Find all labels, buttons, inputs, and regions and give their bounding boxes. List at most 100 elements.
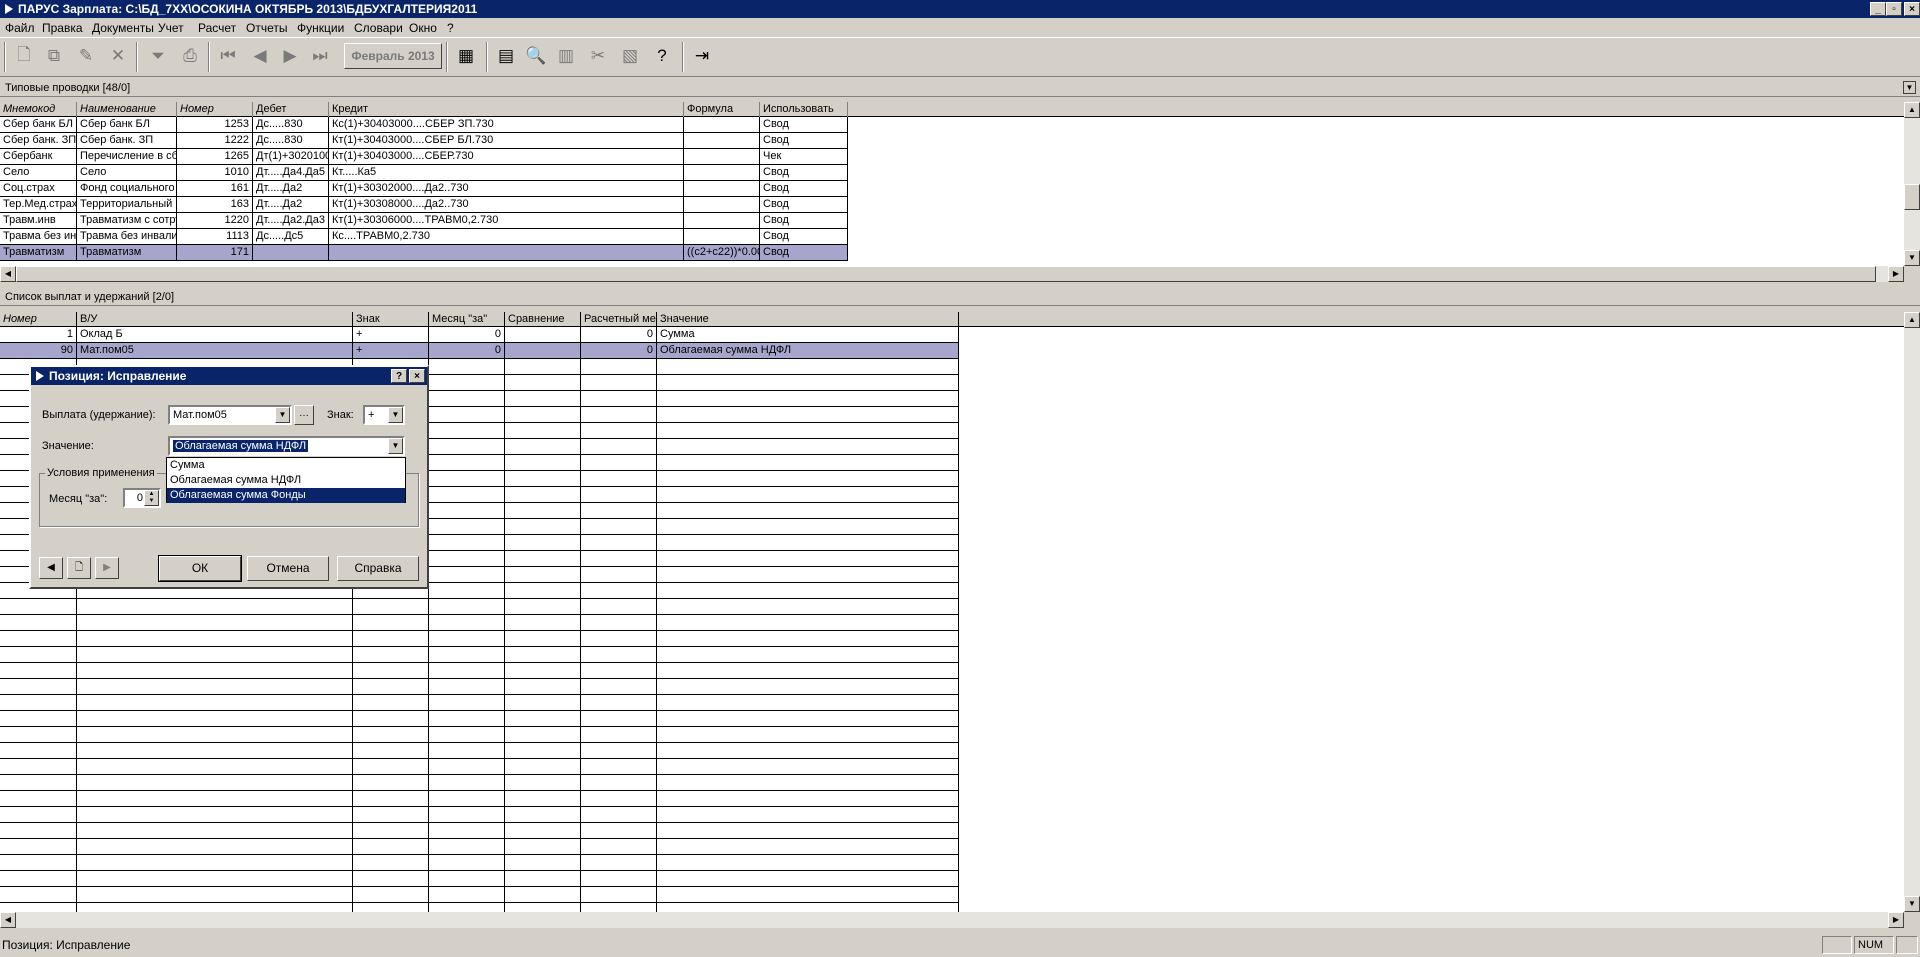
top-grid[interactable]: Мнемокод Наименование Номер Дебет Кредит…	[0, 102, 1904, 266]
scroll-up-icon[interactable]: ▲	[1904, 102, 1920, 118]
table-cell: 0	[581, 327, 657, 343]
minimize-button[interactable]: _	[1870, 2, 1886, 16]
menu-edit[interactable]: Правка	[42, 21, 83, 35]
col-comparison[interactable]: Сравнение	[505, 312, 581, 327]
dialog-close-button[interactable]: ×	[409, 369, 425, 383]
menu-help[interactable]: ?	[447, 21, 454, 35]
dropdown-option[interactable]: Облагаемая сумма НДФЛ	[167, 473, 405, 488]
ok-button[interactable]: ОК	[158, 555, 242, 582]
table-cell: Свод	[760, 133, 848, 149]
window-title-bar: ПАРУС Зарплата: C:\БД_7ХХ\ОСОКИНА ОКТЯБР…	[0, 0, 1920, 18]
preview-icon[interactable]: 🔍	[522, 42, 550, 70]
prev-record-button[interactable]: ◀	[39, 557, 63, 579]
col-mnemo[interactable]: Мнемокод	[0, 102, 77, 117]
value-combo[interactable]: Облагаемая сумма НДФЛ ▼	[168, 436, 405, 456]
scroll-down-icon[interactable]: ▼	[1904, 896, 1920, 912]
help-button[interactable]: Справка	[337, 556, 419, 581]
scroll-left-icon[interactable]: ◀	[0, 266, 16, 282]
col-credit[interactable]: Кредит	[329, 102, 684, 117]
col-number[interactable]: Номер	[177, 102, 253, 117]
exit-icon[interactable]: ⇥	[688, 42, 716, 70]
col-calc-month[interactable]: Расчетный месяц	[581, 312, 657, 327]
bottom-grid-vscroll[interactable]: ▲ ▼	[1904, 312, 1920, 912]
table-cell	[329, 245, 684, 261]
scroll-left-icon[interactable]: ◀	[0, 912, 16, 928]
close-button[interactable]: ×	[1904, 2, 1920, 16]
chevron-down-icon[interactable]: ▼	[388, 407, 403, 423]
help-icon[interactable]: ?	[648, 42, 676, 70]
menu-file[interactable]: Файл	[5, 21, 35, 35]
table-cell: Сбербанк	[0, 149, 77, 165]
last-record-icon[interactable]: ⏭	[306, 42, 334, 70]
bottom-panel-header: Список выплат и удержаний [2/0]	[0, 288, 1920, 306]
dialog-help-button[interactable]: ?	[391, 369, 407, 383]
settings-icon[interactable]: ▧	[616, 42, 644, 70]
table-cell	[684, 117, 760, 133]
chevron-down-icon[interactable]: ▼	[388, 438, 403, 454]
col-debit[interactable]: Дебет	[253, 102, 329, 117]
next-record-button[interactable]: ▶	[95, 557, 119, 579]
month-label: Месяц "за":	[49, 493, 108, 505]
restore-button[interactable]: ▫	[1886, 2, 1902, 16]
print-icon[interactable]: ⎙	[176, 42, 204, 70]
dropdown-option[interactable]: Облагаемая сумма Фонды	[167, 488, 405, 503]
scroll-right-icon[interactable]: ▶	[1888, 912, 1904, 928]
calendar-icon[interactable]: ▦	[452, 42, 480, 70]
calc-table-icon[interactable]: ▥	[552, 42, 580, 70]
tools-icon[interactable]: ✂	[584, 42, 612, 70]
menu-functions[interactable]: Функции	[297, 21, 344, 35]
payment-browse-button[interactable]: …	[294, 405, 314, 425]
cancel-button[interactable]: Отмена	[247, 556, 329, 581]
col-payment[interactable]: В/У	[77, 312, 353, 327]
table-cell: Фонд социального страхования	[77, 181, 177, 197]
panel-menu-button[interactable]: ▼	[1903, 81, 1916, 94]
payment-combo[interactable]: Мат.пом05 ▼	[168, 405, 292, 425]
first-record-icon[interactable]: ⏮	[214, 42, 242, 70]
scroll-thumb[interactable]	[16, 266, 1876, 282]
bottom-grid-hscroll[interactable]: ◀ ▶	[0, 912, 1904, 928]
prev-record-icon[interactable]: ◀	[246, 42, 274, 70]
col-formula[interactable]: Формула	[684, 102, 760, 117]
scroll-right-icon[interactable]: ▶	[1888, 266, 1904, 282]
new-doc-icon[interactable]: 🗋	[10, 42, 38, 70]
top-grid-hscroll[interactable]: ◀ ▶	[0, 266, 1904, 282]
spinner-arrows-icon[interactable]: ▲ ▼	[144, 490, 159, 506]
table-cell: Сбер банк. ЗП	[0, 133, 77, 149]
menu-accounting[interactable]: Учет	[158, 21, 184, 35]
grid-line	[0, 838, 959, 839]
sign-combo[interactable]: + ▼	[363, 405, 405, 425]
chevron-down-icon[interactable]: ▼	[275, 407, 290, 423]
table-cell: Кт(1)+30302000....Да2..730	[329, 181, 684, 197]
grid-line	[0, 646, 959, 647]
col-number[interactable]: Номер	[0, 312, 77, 327]
col-sign[interactable]: Знак	[353, 312, 429, 327]
next-record-icon[interactable]: ▶	[276, 42, 304, 70]
period-button[interactable]: Февраль 2013	[344, 43, 442, 69]
col-use[interactable]: Использовать	[760, 102, 848, 117]
delete-icon[interactable]: ✕	[104, 42, 132, 70]
table-cell: Дс.....Дс5	[253, 229, 329, 245]
col-month-for[interactable]: Месяц "за"	[429, 312, 505, 327]
edit-doc-icon[interactable]: ✎	[72, 42, 100, 70]
month-spinner[interactable]: 0 ▲ ▼	[123, 488, 161, 508]
menu-reports[interactable]: Отчеты	[246, 21, 287, 35]
value-label: Значение:	[42, 440, 94, 452]
copy-doc-icon[interactable]: ⧉	[40, 42, 68, 70]
value-dropdown-list[interactable]: Сумма Облагаемая сумма НДФЛ Облагаемая с…	[166, 457, 406, 503]
scroll-thumb[interactable]	[1904, 184, 1920, 210]
top-grid-vscroll[interactable]: ▲ ▼	[1904, 102, 1920, 266]
calculator-icon[interactable]: ▤	[492, 42, 520, 70]
scroll-down-icon[interactable]: ▼	[1904, 250, 1920, 266]
col-name[interactable]: Наименование	[77, 102, 177, 117]
col-value[interactable]: Значение	[657, 312, 959, 327]
menu-documents[interactable]: Документы	[92, 21, 154, 35]
filter-icon[interactable]: ⏷	[144, 42, 172, 70]
status-cell	[1896, 936, 1918, 954]
menu-dictionaries[interactable]: Словари	[354, 21, 403, 35]
dropdown-option[interactable]: Сумма	[167, 458, 405, 473]
scroll-up-icon[interactable]: ▲	[1904, 312, 1920, 328]
new-record-button[interactable]: 🗋	[67, 557, 91, 579]
menu-calculation[interactable]: Расчет	[198, 21, 236, 35]
menu-window[interactable]: Окно	[409, 21, 437, 35]
grid-line	[0, 886, 959, 887]
